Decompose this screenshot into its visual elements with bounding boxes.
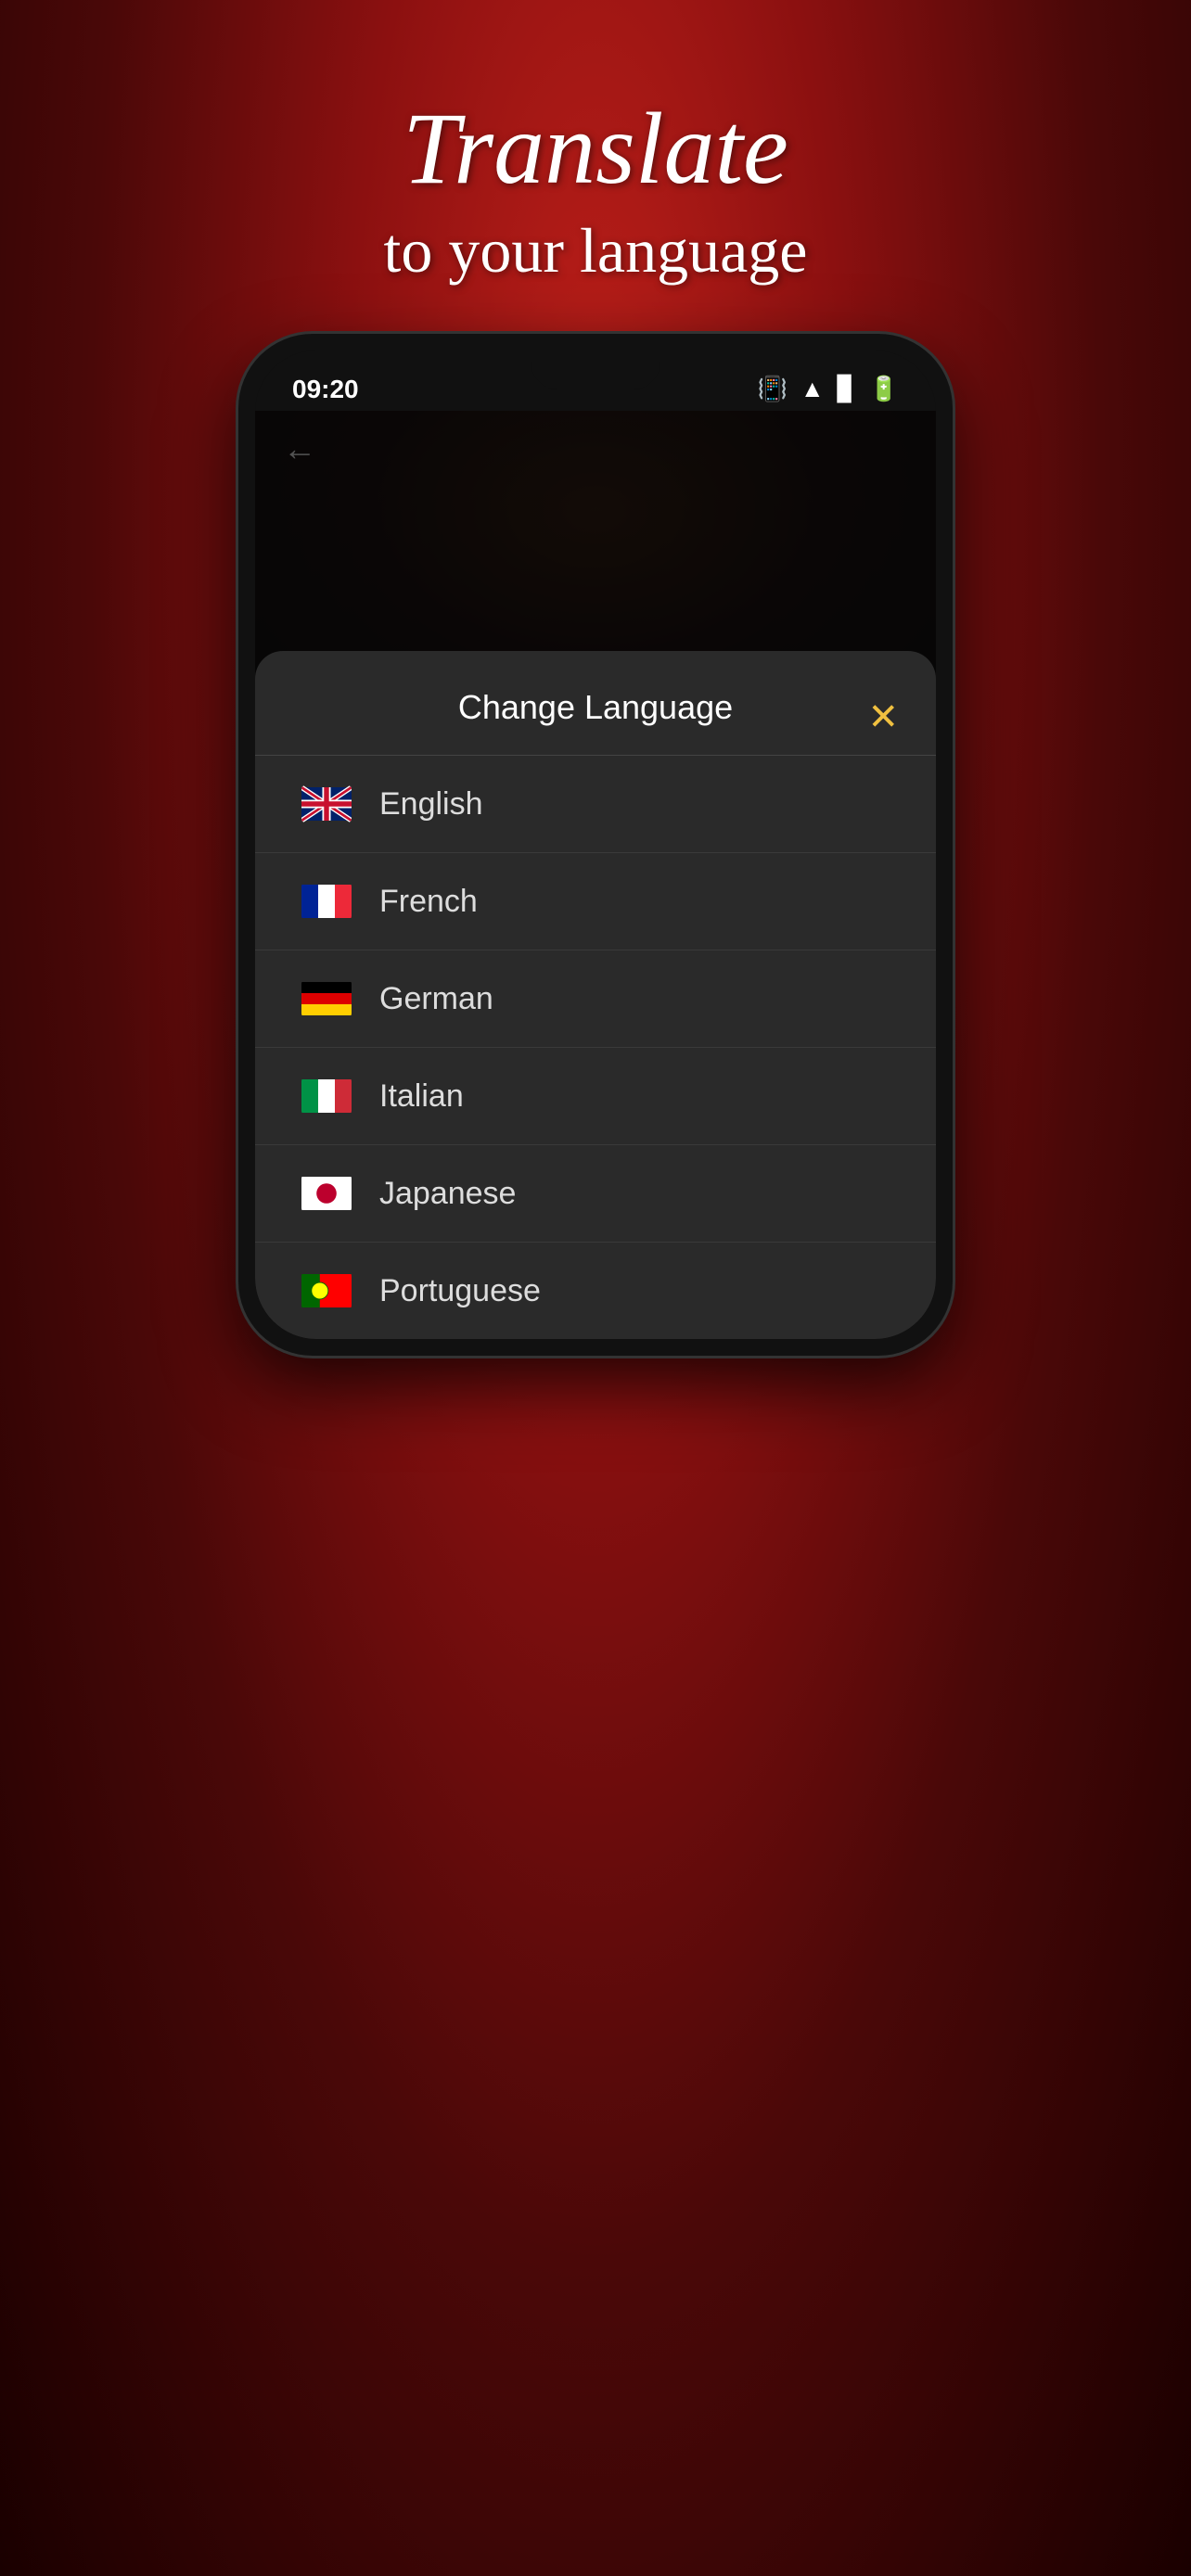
wifi-icon: ▲ bbox=[800, 376, 825, 403]
language-list: English French bbox=[255, 756, 936, 1339]
list-item[interactable]: German bbox=[255, 950, 936, 1048]
list-item[interactable]: Italian bbox=[255, 1048, 936, 1145]
english-flag-icon bbox=[301, 785, 352, 823]
hero-subtitle: to your language bbox=[0, 214, 1191, 287]
vibrate-icon: 📳 bbox=[758, 376, 788, 403]
phone-screen: 09:20 📳 ▲ ▊ 🔋 ← 4 ✦ bbox=[255, 351, 936, 1339]
battery-icon: 🔋 bbox=[869, 376, 899, 403]
status-time: 09:20 bbox=[292, 375, 359, 404]
hero-section: Translate to your language bbox=[0, 93, 1191, 287]
modal-close-button[interactable]: ✕ bbox=[867, 695, 899, 739]
modal-overlay: Change Language ✕ bbox=[255, 411, 936, 1339]
japanese-flag-icon bbox=[301, 1175, 352, 1212]
language-label-italian: Italian bbox=[379, 1078, 464, 1115]
portuguese-flag-icon bbox=[301, 1272, 352, 1309]
phone-outer: 09:20 📳 ▲ ▊ 🔋 ← 4 ✦ bbox=[238, 334, 953, 1356]
list-item[interactable]: English bbox=[255, 756, 936, 853]
phone-mockup: 09:20 📳 ▲ ▊ 🔋 ← 4 ✦ bbox=[238, 334, 953, 1356]
language-label-portuguese: Portuguese bbox=[379, 1273, 541, 1309]
italian-flag-icon bbox=[301, 1078, 352, 1115]
modal-title: Change Language bbox=[458, 688, 733, 727]
german-flag-icon bbox=[301, 980, 352, 1017]
status-icons: 📳 ▲ ▊ 🔋 bbox=[758, 376, 899, 403]
list-item[interactable]: French bbox=[255, 853, 936, 950]
list-item[interactable]: Portuguese bbox=[255, 1243, 936, 1339]
change-language-modal: Change Language ✕ bbox=[255, 651, 936, 1339]
language-label-german: German bbox=[379, 981, 493, 1017]
french-flag-icon bbox=[301, 883, 352, 920]
signal-icon: ▊ bbox=[838, 376, 856, 403]
screen-content: ← 4 ✦ 💧 ☯ 🔥 🌿 The Ur-Dragon Legendary Cr… bbox=[255, 411, 936, 1339]
phone-notch bbox=[531, 351, 660, 389]
modal-header: Change Language ✕ bbox=[255, 679, 936, 756]
language-label-english: English bbox=[379, 786, 483, 823]
language-label-japanese: Japanese bbox=[379, 1176, 516, 1212]
language-label-french: French bbox=[379, 884, 478, 920]
list-item[interactable]: Japanese bbox=[255, 1145, 936, 1243]
hero-title: Translate bbox=[0, 93, 1191, 205]
